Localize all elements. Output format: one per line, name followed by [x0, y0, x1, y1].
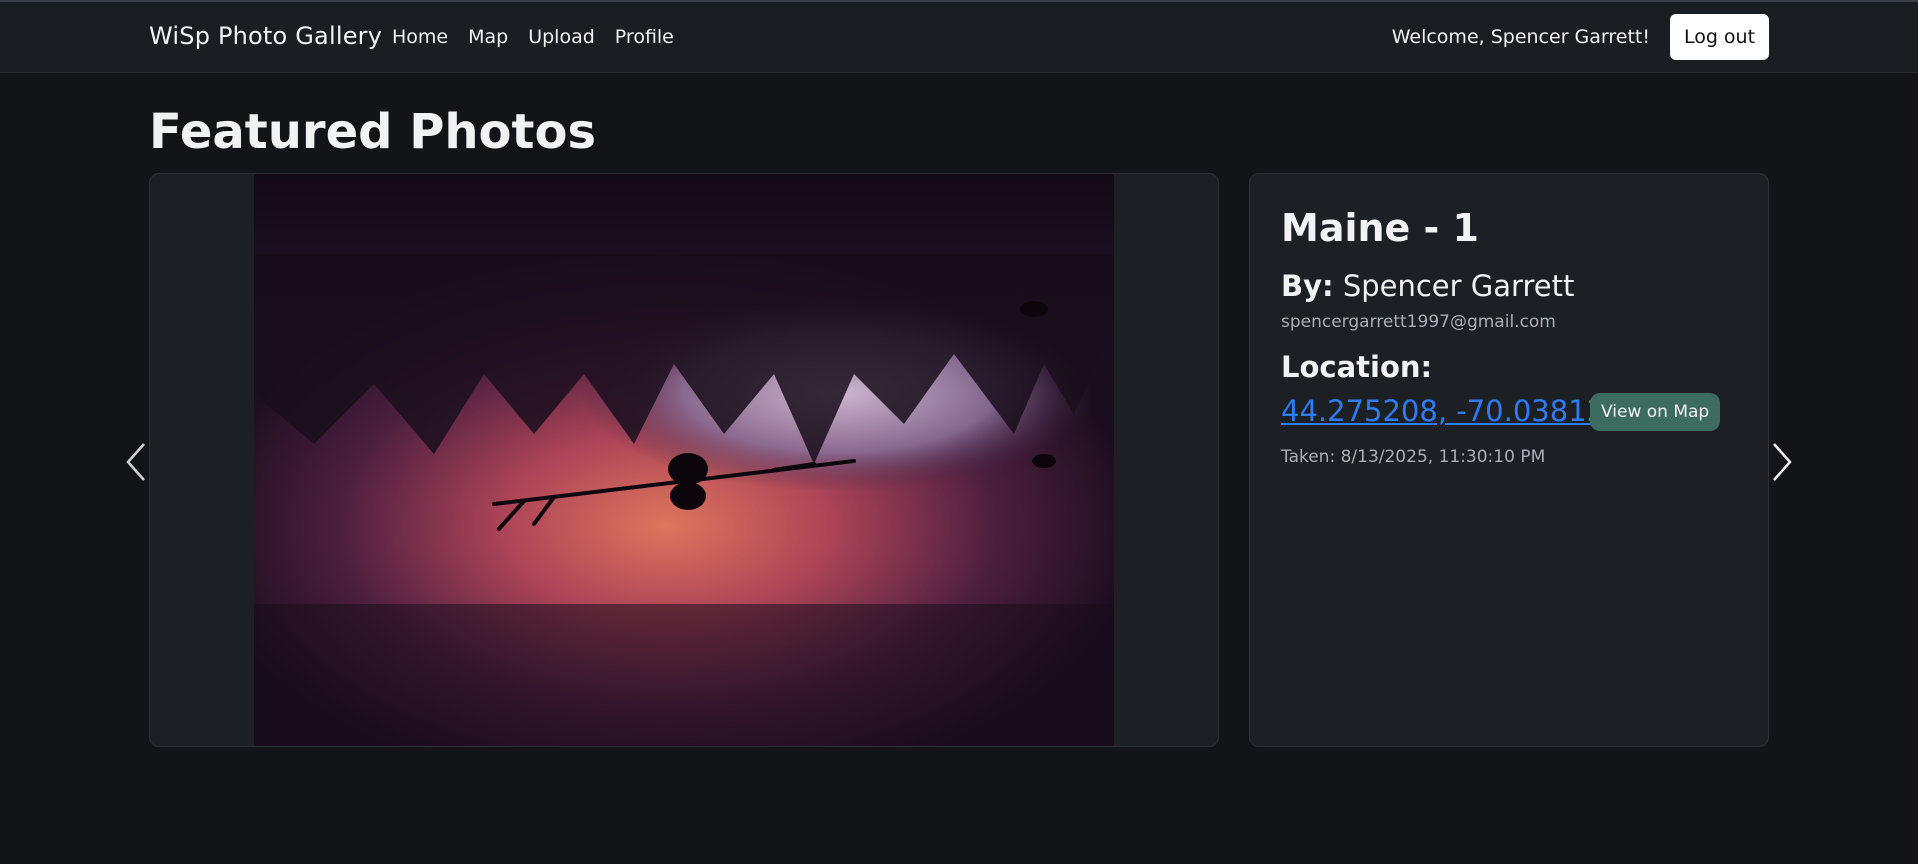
taken-timestamp: Taken: 8/13/2025, 11:30:10 PM [1281, 447, 1546, 467]
nav-home[interactable]: Home [392, 26, 448, 48]
welcome-text: Welcome, Spencer Garrett! [1391, 26, 1650, 48]
author-name: Spencer Garrett [1342, 269, 1575, 303]
nav-links: Home Map Upload Profile [392, 26, 694, 48]
sunset-reflection-image [254, 174, 1114, 746]
location-label: Location: [1281, 350, 1433, 384]
chevron-right-icon [1773, 443, 1792, 481]
featured-photo[interactable] [254, 174, 1114, 746]
by-label: By: [1281, 269, 1334, 303]
photo-info-card: Maine - 1 By: Spencer Garrett spencergar… [1249, 173, 1769, 747]
photo-title: Maine - 1 [1281, 206, 1479, 250]
coordinates-link[interactable]: 44.275208, -70.038121 [1281, 394, 1624, 428]
photo-card [149, 173, 1219, 747]
nav-map[interactable]: Map [468, 26, 508, 48]
view-on-map-button[interactable]: View on Map [1590, 393, 1721, 431]
top-navbar: WiSp Photo Gallery Home Map Upload Profi… [0, 0, 1918, 73]
carousel-next-button[interactable] [1766, 440, 1796, 484]
author-line: By: Spencer Garrett [1281, 269, 1574, 303]
brand-link[interactable]: WiSp Photo Gallery [149, 22, 382, 50]
nav-profile[interactable]: Profile [615, 26, 674, 48]
nav-upload[interactable]: Upload [528, 26, 595, 48]
logout-button[interactable]: Log out [1670, 14, 1769, 60]
author-email: spencergarrett1997@gmail.com [1281, 312, 1556, 332]
chevron-left-icon [126, 443, 145, 481]
page-title: Featured Photos [149, 104, 597, 160]
carousel-prev-button[interactable] [122, 440, 152, 484]
